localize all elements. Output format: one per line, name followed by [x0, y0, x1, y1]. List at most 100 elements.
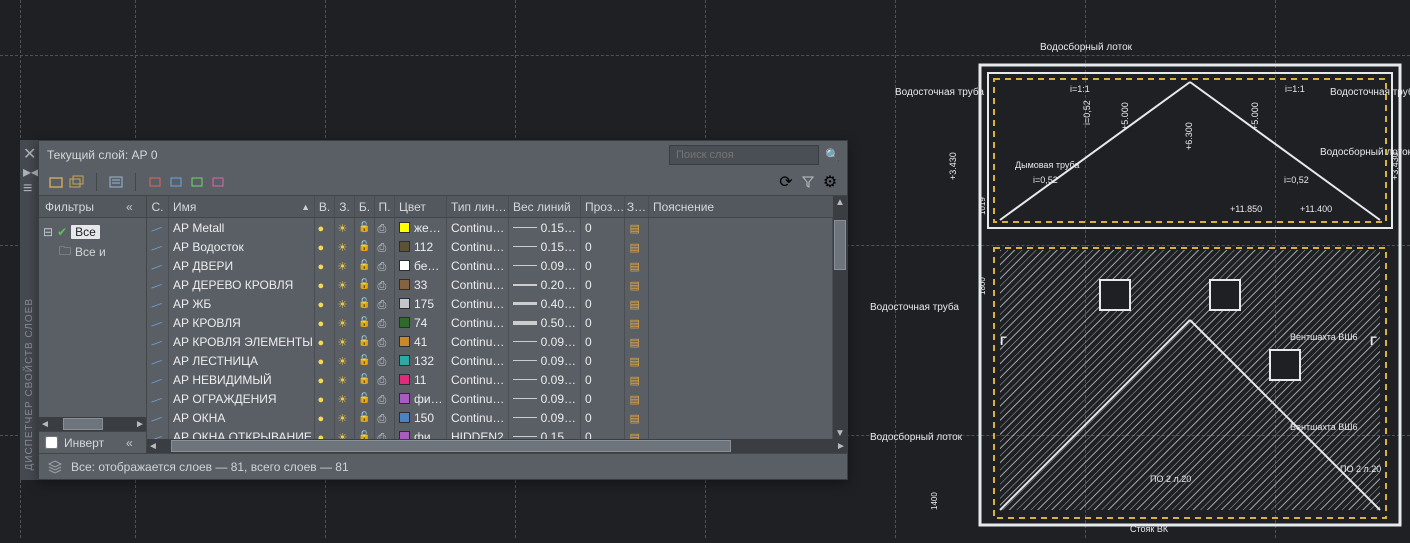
search-icon[interactable]: 🔍: [825, 148, 839, 162]
layer-color[interactable]: же…: [395, 218, 447, 237]
layer-transparency[interactable]: 0: [581, 218, 625, 237]
layer-color[interactable]: 41: [395, 332, 447, 351]
printer-icon[interactable]: [378, 411, 392, 425]
newvp-icon[interactable]: [630, 297, 644, 311]
newvp-icon[interactable]: [630, 316, 644, 330]
layer-color[interactable]: фи…: [395, 427, 447, 439]
layer-lineweight[interactable]: 0.09…: [509, 351, 581, 370]
layer-row[interactable]: АР НЕВИДИМЫЙ🔓11Continu…0.09…0: [147, 370, 833, 389]
sun-icon[interactable]: [338, 430, 352, 440]
lock-icon[interactable]: 🔓: [358, 431, 370, 439]
layer-name[interactable]: АР Водосток: [169, 237, 315, 256]
sun-icon[interactable]: [338, 221, 352, 235]
col-description[interactable]: Пояснение: [649, 196, 833, 217]
layer-color[interactable]: 112: [395, 237, 447, 256]
layer-transparency[interactable]: 0: [581, 313, 625, 332]
printer-icon[interactable]: [378, 373, 392, 387]
grid-header[interactable]: С. Имя▲ В. З. Б. П. Цвет Тип лин… Вес ли…: [147, 196, 833, 218]
menu-icon[interactable]: ≡: [23, 180, 35, 192]
printer-icon[interactable]: [378, 240, 392, 254]
layer-lineweight[interactable]: 0.09…: [509, 332, 581, 351]
layer-row[interactable]: АР ДВЕРИ🔓бе…Continu…0.09…0: [147, 256, 833, 275]
layer-row[interactable]: АР КРОВЛЯ🔓74Continu…0.50…0: [147, 313, 833, 332]
bulb-icon[interactable]: [318, 335, 332, 349]
bulb-icon[interactable]: [318, 221, 332, 235]
layer-description[interactable]: [649, 370, 833, 389]
layer-color[interactable]: 33: [395, 275, 447, 294]
layer-lineweight[interactable]: 0.40…: [509, 294, 581, 313]
printer-icon[interactable]: [378, 297, 392, 311]
lock-icon[interactable]: 🔓: [358, 241, 370, 252]
layer-name[interactable]: АР ЛЕСТНИЦА: [169, 351, 315, 370]
newvp-icon[interactable]: [630, 221, 644, 235]
bulb-icon[interactable]: [318, 297, 332, 311]
grid-vscroll[interactable]: ▲▼: [833, 196, 847, 439]
layer-row[interactable]: АР ОГРАЖДЕНИЯ🔓фи…Continu…0.09…0: [147, 389, 833, 408]
layer-lineweight[interactable]: 0.15…: [509, 427, 581, 439]
layer-transparency[interactable]: 0: [581, 408, 625, 427]
refresh-button[interactable]: ⟳: [777, 173, 795, 191]
printer-icon[interactable]: [378, 278, 392, 292]
newvp-icon[interactable]: [630, 411, 644, 425]
layer-color[interactable]: фи…: [395, 389, 447, 408]
lock-icon[interactable]: 🔓: [358, 355, 370, 366]
printer-icon[interactable]: [378, 221, 392, 235]
sun-icon[interactable]: [338, 278, 352, 292]
layer-name[interactable]: АР ОГРАЖДЕНИЯ: [169, 389, 315, 408]
filter-prop-button[interactable]: [188, 173, 206, 191]
collapse-icon[interactable]: «: [126, 436, 140, 450]
layer-transparency[interactable]: 0: [581, 389, 625, 408]
filter-new-button[interactable]: [146, 173, 164, 191]
bulb-icon[interactable]: [318, 411, 332, 425]
layer-name[interactable]: АР НЕВИДИМЫЙ: [169, 370, 315, 389]
layer-lineweight[interactable]: 0.50…: [509, 313, 581, 332]
sun-icon[interactable]: [338, 354, 352, 368]
layer-description[interactable]: [649, 275, 833, 294]
layer-name[interactable]: АР КРОВЛЯ: [169, 313, 315, 332]
new-group-button[interactable]: [68, 173, 86, 191]
layer-description[interactable]: [649, 294, 833, 313]
sun-icon[interactable]: [338, 373, 352, 387]
layer-color[interactable]: 150: [395, 408, 447, 427]
layer-lineweight[interactable]: 0.09…: [509, 389, 581, 408]
layer-color[interactable]: бе…: [395, 256, 447, 275]
bulb-icon[interactable]: [318, 354, 332, 368]
printer-icon[interactable]: [378, 335, 392, 349]
layer-name[interactable]: АР Metall: [169, 218, 315, 237]
col-plot[interactable]: П.: [375, 196, 395, 217]
layer-description[interactable]: [649, 427, 833, 439]
lock-icon[interactable]: 🔓: [358, 279, 370, 290]
sun-icon[interactable]: [338, 335, 352, 349]
layer-lineweight[interactable]: 0.09…: [509, 408, 581, 427]
layer-linetype[interactable]: Continu…: [447, 237, 509, 256]
layer-lineweight[interactable]: 0.09…: [509, 256, 581, 275]
lock-icon[interactable]: 🔓: [358, 374, 370, 385]
col-lock[interactable]: Б.: [355, 196, 375, 217]
layer-transparency[interactable]: 0: [581, 275, 625, 294]
layer-name[interactable]: АР ЖБ: [169, 294, 315, 313]
layer-description[interactable]: [649, 237, 833, 256]
printer-icon[interactable]: [378, 354, 392, 368]
sun-icon[interactable]: [338, 297, 352, 311]
layer-name[interactable]: АР ДВЕРИ: [169, 256, 315, 275]
layer-description[interactable]: [649, 313, 833, 332]
newvp-icon[interactable]: [630, 240, 644, 254]
bulb-icon[interactable]: [318, 278, 332, 292]
layer-description[interactable]: [649, 408, 833, 427]
settings-filter-button[interactable]: [799, 173, 817, 191]
layer-transparency[interactable]: 0: [581, 370, 625, 389]
bulb-icon[interactable]: [318, 316, 332, 330]
layer-name[interactable]: АР ДЕРЕВО КРОВЛЯ: [169, 275, 315, 294]
layer-transparency[interactable]: 0: [581, 256, 625, 275]
layer-color[interactable]: 132: [395, 351, 447, 370]
lock-icon[interactable]: 🔓: [358, 412, 370, 423]
layer-lineweight[interactable]: 0.15…: [509, 218, 581, 237]
layer-description[interactable]: [649, 389, 833, 408]
layer-lineweight[interactable]: 0.09…: [509, 370, 581, 389]
lock-icon[interactable]: 🔓: [358, 393, 370, 404]
layer-linetype[interactable]: Continu…: [447, 408, 509, 427]
layer-name[interactable]: АР КРОВЛЯ ЭЛЕМЕНТЫ: [169, 332, 315, 351]
col-linetype[interactable]: Тип лин…: [447, 196, 509, 217]
col-name[interactable]: Имя▲: [169, 196, 315, 217]
filter-invert-button[interactable]: [209, 173, 227, 191]
